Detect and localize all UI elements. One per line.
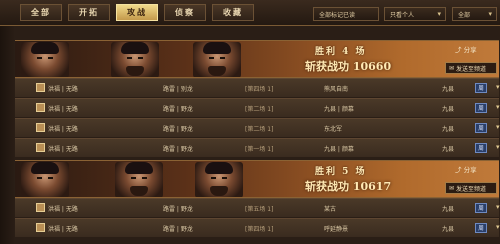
report-row[interactable]: 洪福 | 无路 路雷 | 别龙 [第四场 1] 熊风自南 九县 周 ▾	[15, 78, 500, 97]
tab-all[interactable]: 全部	[20, 4, 62, 21]
attacker-name: 洪福 | 无路	[48, 126, 78, 133]
flag-icon	[36, 103, 45, 112]
chevron-down-icon[interactable]: ▾	[496, 83, 500, 91]
chat-icon: ✉	[449, 184, 455, 192]
attacker-name: 洪福 | 无路	[48, 106, 78, 113]
merit-score: 斩获战功 10617	[305, 178, 391, 194]
report-row[interactable]: 洪福 | 无路 路雷 | 野龙 [第一场 1] 九县 | 颜慕 九县 周 ▾	[15, 138, 500, 157]
target-name: 某古	[324, 206, 337, 213]
send-to-channel-button[interactable]: ✉ 发送至频道	[445, 182, 497, 194]
round-label: [第四场 1]	[245, 226, 274, 233]
round-label: [第二场 1]	[245, 126, 274, 133]
share-label: 分享	[463, 166, 477, 174]
defender-name: 路雷 | 别龙	[163, 86, 193, 93]
general-portrait	[21, 42, 69, 77]
left-edge-strip	[0, 26, 15, 244]
attacker-name: 洪福 | 无路	[48, 146, 78, 153]
server-name: 九县	[442, 86, 455, 93]
top-tab-bar: 全部 开拓 攻战 侦察 收藏 全部标记已读 只看个人 ▾ 全部 ▾	[0, 0, 500, 26]
attacker-name: 洪福 | 无路	[48, 86, 78, 93]
battle-result: 胜利 4 场	[315, 47, 367, 57]
merit-label: 斩获战功	[305, 180, 349, 193]
general-portrait	[21, 162, 69, 197]
server-name: 九县	[442, 126, 455, 133]
send-label: 发送至频道	[456, 65, 487, 73]
target-name: 熊风自南	[324, 86, 349, 93]
general-portrait	[115, 162, 163, 197]
tab-scout[interactable]: 侦察	[164, 4, 206, 21]
tab-explore[interactable]: 开拓	[68, 4, 110, 21]
defender-name: 路雷 | 野龙	[163, 206, 193, 213]
send-to-channel-button[interactable]: ✉ 发送至频道	[445, 62, 497, 74]
report-row[interactable]: 洪福 | 无路 路雷 | 野龙 [第四场 1] 呼延静熹 九县 周 ▾	[15, 218, 500, 237]
report-row[interactable]: 洪福 | 无路 路雷 | 野龙 [第二场 1] 东北军 九县 周 ▾	[15, 118, 500, 137]
tab-attack[interactable]: 攻战	[116, 4, 158, 21]
chevron-down-icon[interactable]: ▾	[496, 123, 500, 131]
chevron-down-icon: ▾	[437, 10, 441, 18]
attacker-name: 洪福 | 无路	[48, 206, 78, 213]
flag-icon	[36, 203, 45, 212]
mark-all-read-label: 全部标记已读	[319, 11, 356, 19]
server-name: 九县	[442, 206, 455, 213]
report-banner: 胜利 4 场 斩获战功 10660 ⤴ 分享 ✉ 发送至频道	[15, 40, 499, 78]
status-badge: 周	[475, 203, 487, 213]
send-label: 发送至频道	[456, 185, 487, 193]
target-name: 九县 | 颜慕	[324, 106, 354, 113]
general-portrait	[193, 42, 241, 77]
round-label: [第四场 1]	[245, 86, 274, 93]
share-button[interactable]: ⤴ 分享	[455, 44, 477, 54]
round-label: [第五场 1]	[245, 206, 274, 213]
chevron-down-icon: ▾	[488, 10, 492, 18]
server-name: 九县	[442, 226, 455, 233]
status-badge: 周	[475, 123, 487, 133]
chevron-down-icon[interactable]: ▾	[496, 103, 500, 111]
flag-icon	[36, 83, 45, 92]
general-portrait	[195, 162, 243, 197]
defender-name: 路雷 | 野龙	[163, 226, 193, 233]
target-name: 呼延静熹	[324, 226, 349, 233]
defender-name: 路雷 | 野龙	[163, 146, 193, 153]
merit-value: 10660	[352, 60, 392, 73]
report-row[interactable]: 洪福 | 无路 路雷 | 野龙 [第五场 1] 某古 九县 周 ▾	[15, 198, 500, 217]
target-name: 九县 | 颜慕	[324, 146, 354, 153]
chevron-down-icon[interactable]: ▾	[496, 223, 500, 231]
share-label: 分享	[463, 46, 477, 54]
scope-dropdown[interactable]: 只看个人 ▾	[384, 7, 446, 21]
merit-label: 斩获战功	[305, 60, 349, 73]
share-button[interactable]: ⤴ 分享	[455, 164, 477, 174]
mark-all-read-button[interactable]: 全部标记已读	[313, 7, 379, 21]
status-badge: 周	[475, 143, 487, 153]
type-dropdown-value: 全部	[458, 11, 471, 19]
merit-score: 斩获战功 10660	[305, 58, 391, 74]
status-badge: 周	[475, 83, 487, 93]
flag-icon	[36, 123, 45, 132]
server-name: 九县	[442, 106, 455, 113]
report-row[interactable]: 洪福 | 无路 路雷 | 野龙 [第二场 1] 九县 | 颜慕 九县 周 ▾	[15, 98, 500, 117]
battle-result: 胜利 5 场	[315, 167, 367, 177]
defender-name: 路雷 | 野龙	[163, 106, 193, 113]
chevron-down-icon[interactable]: ▾	[496, 203, 500, 211]
round-label: [第二场 1]	[245, 106, 274, 113]
status-badge: 周	[475, 223, 487, 233]
attacker-name: 洪福 | 无路	[48, 226, 78, 233]
status-badge: 周	[475, 103, 487, 113]
general-portrait	[111, 42, 159, 77]
flag-icon	[36, 223, 45, 232]
type-dropdown[interactable]: 全部 ▾	[452, 7, 497, 21]
flag-icon	[36, 143, 45, 152]
chat-icon: ✉	[449, 64, 455, 72]
tab-favorites[interactable]: 收藏	[212, 4, 254, 21]
chevron-down-icon[interactable]: ▾	[496, 143, 500, 151]
target-name: 东北军	[324, 126, 343, 133]
round-label: [第一场 1]	[245, 146, 274, 153]
report-banner: 胜利 5 场 斩获战功 10617 ⤴ 分享 ✉ 发送至频道	[15, 160, 499, 198]
merit-value: 10617	[352, 180, 392, 193]
defender-name: 路雷 | 野龙	[163, 126, 193, 133]
scope-dropdown-value: 只看个人	[390, 11, 415, 19]
server-name: 九县	[442, 146, 455, 153]
